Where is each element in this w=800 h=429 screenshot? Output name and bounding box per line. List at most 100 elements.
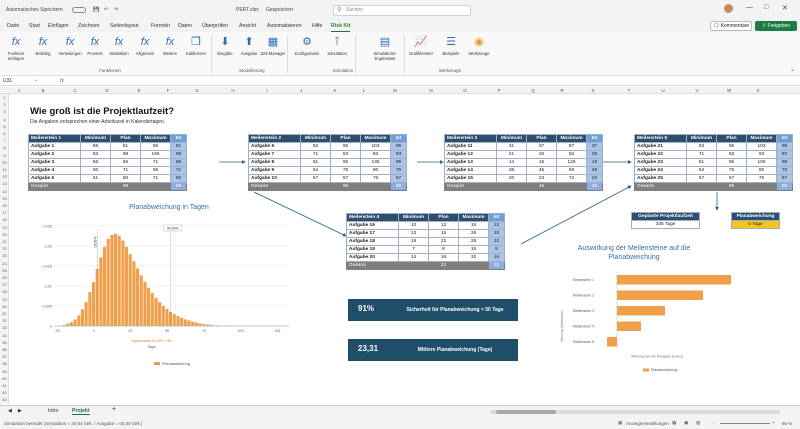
table-cell[interactable]: 12 — [428, 221, 459, 230]
histogram-bar[interactable] — [139, 275, 144, 327]
table-cell[interactable]: 80 — [746, 166, 777, 175]
table-cell[interactable]: 69 — [80, 142, 111, 151]
row-header[interactable]: 8 — [0, 144, 9, 151]
column-header[interactable]: U — [647, 87, 679, 94]
chevron-down-icon[interactable]: ⌄ — [34, 77, 38, 83]
planned-duration-value[interactable]: 335 Tage — [631, 220, 700, 229]
table-cell[interactable]: 103 — [746, 142, 777, 151]
table-cell[interactable]: 15 — [458, 221, 489, 230]
tornado-bar[interactable] — [617, 306, 665, 316]
column-header[interactable]: V — [679, 87, 715, 94]
row-header[interactable]: 30 — [0, 303, 9, 310]
column-header[interactable]: J — [283, 87, 319, 94]
tornado-chart[interactable]: Meilenstein 1 Meilenstein 2 Meilenstein 3 M… — [549, 266, 749, 388]
row-header[interactable]: 22 — [0, 245, 9, 252]
ist-total[interactable]: 95 — [776, 182, 793, 191]
histogram-bar[interactable] — [194, 322, 199, 327]
table-cell[interactable]: 23 — [586, 174, 603, 183]
kalibrieren-button[interactable]: ❒ Kalibrieren — [183, 34, 209, 56]
histogram-bar[interactable] — [143, 281, 147, 327]
row-header[interactable]: 40 — [0, 375, 9, 382]
column-header[interactable]: M — [377, 87, 413, 94]
menu-automatisieren[interactable]: Automatisieren — [267, 23, 302, 29]
menu-ueberpruefen[interactable]: Überprüfen — [202, 23, 228, 29]
display-settings-button[interactable]: Anzeigeeinstellungen — [626, 421, 669, 426]
table-cell[interactable]: 23 — [526, 174, 557, 183]
table-cell[interactable]: 93 — [746, 150, 777, 159]
table-cell[interactable]: 83 — [776, 150, 793, 159]
histogram-bar[interactable] — [117, 235, 122, 327]
column-header[interactable]: F — [157, 87, 179, 94]
table-cell[interactable]: 71 — [686, 150, 717, 159]
tornado-bar[interactable] — [617, 290, 703, 301]
table-cell[interactable]: 31 — [496, 142, 527, 151]
histogram-bar[interactable] — [77, 315, 81, 327]
menu-ansicht[interactable]: Ansicht — [239, 23, 256, 29]
zoom-in-icon[interactable]: + — [772, 420, 775, 425]
table-cell[interactable]: 28 — [458, 237, 489, 246]
histogram-bar[interactable] — [198, 323, 202, 327]
table-cell[interactable]: 8 — [488, 245, 505, 254]
add-sheet-icon[interactable]: + — [112, 406, 116, 413]
werkzeuge-button[interactable]: ◉ Werkzeuge — [464, 34, 494, 56]
histogram-bar[interactable] — [135, 268, 140, 327]
table-cell[interactable]: 16 — [586, 158, 603, 167]
table-cell[interactable]: 95 — [330, 158, 361, 167]
row-header[interactable]: 11 — [0, 166, 9, 173]
table-cell[interactable]: 72 — [556, 174, 587, 183]
row-header[interactable]: 32 — [0, 317, 9, 324]
table-cell[interactable]: 105 — [746, 158, 777, 167]
row-header[interactable]: 5 — [0, 123, 9, 130]
column-header[interactable]: S — [575, 87, 611, 94]
plan-total[interactable]: 98 — [110, 182, 141, 191]
zoom-out-icon[interactable]: − — [712, 420, 715, 425]
zoom-slider[interactable] — [720, 423, 770, 424]
histogram-bar[interactable] — [88, 291, 92, 327]
table-cell[interactable]: 75 — [776, 166, 793, 175]
task-name[interactable]: Aufgabe 7 — [248, 150, 301, 159]
table-cell[interactable]: 83 — [80, 150, 111, 159]
search-input[interactable]: Suchen — [346, 7, 363, 13]
histogram-bar[interactable] — [95, 268, 99, 327]
menu-hilfe[interactable]: Hilfe — [312, 23, 322, 29]
table-cell[interactable]: 37 — [526, 142, 557, 151]
table-cell[interactable]: 75 — [390, 166, 407, 175]
table-cell[interactable]: 45 — [526, 166, 557, 175]
table-cell[interactable]: 20 — [496, 174, 527, 183]
table-cell[interactable]: 75 — [330, 166, 361, 175]
column-header[interactable]: X — [743, 87, 773, 94]
column-header[interactable]: G — [179, 87, 215, 94]
table-cell[interactable]: 7 — [398, 245, 429, 254]
task-name[interactable]: Aufgabe 11 — [444, 142, 497, 151]
menu-daten[interactable]: Daten — [178, 23, 192, 29]
task-name[interactable]: Aufgabe 8 — [248, 158, 301, 167]
table-cell[interactable]: 96 — [776, 142, 793, 151]
table-cell[interactable]: 86 — [140, 142, 171, 151]
table-cell[interactable]: 96 — [330, 142, 361, 151]
histogram-bar[interactable] — [157, 301, 162, 327]
column-header[interactable]: L — [351, 87, 377, 94]
avatar[interactable] — [724, 4, 733, 13]
allgemein-button[interactable]: fx Allgemein — [132, 34, 158, 56]
tornado-bar[interactable] — [617, 275, 731, 285]
maximize-icon[interactable]: □ — [764, 4, 768, 11]
table-cell[interactable]: 15 — [428, 229, 459, 238]
table-cell[interactable]: 51 — [80, 174, 111, 183]
tab-intro[interactable]: Intro — [48, 408, 58, 414]
table-cell[interactable]: 95 — [776, 158, 793, 167]
table-cell[interactable]: 96 — [390, 142, 407, 151]
undo-icon[interactable]: ↶ — [104, 7, 108, 13]
ausgabe-button[interactable]: ⬆ Ausgabe — [236, 34, 262, 56]
row-header[interactable]: 42 — [0, 389, 9, 396]
minimize-icon[interactable]: — — [746, 4, 753, 11]
row-header[interactable]: 36 — [0, 346, 9, 353]
column-header[interactable]: R — [549, 87, 575, 94]
plan-total[interactable]: 96 — [330, 182, 361, 191]
row-header[interactable]: 18 — [0, 216, 9, 223]
histogram-bar[interactable] — [80, 309, 85, 327]
row-header[interactable]: 26 — [0, 274, 9, 281]
table-cell[interactable]: 57 — [300, 174, 331, 183]
table-cell[interactable]: 71 — [110, 166, 141, 175]
table-cell[interactable]: 66 — [110, 158, 141, 167]
table-cell[interactable]: 60 — [110, 174, 141, 183]
